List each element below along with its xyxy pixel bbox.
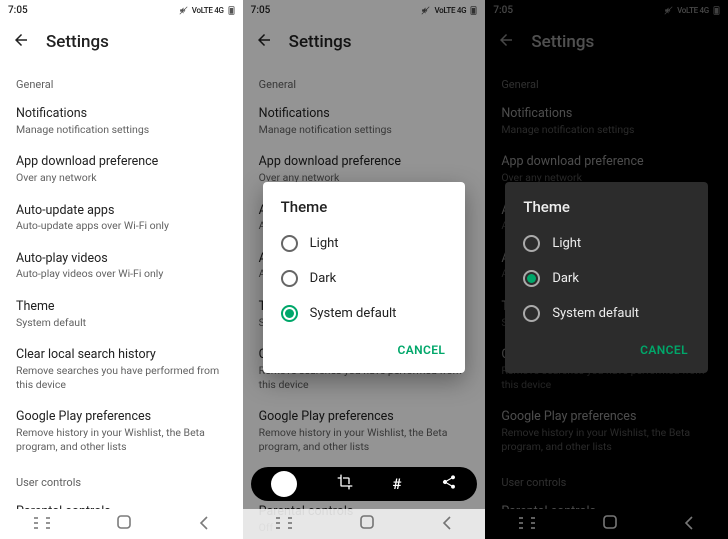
radio-selected-icon (523, 270, 540, 287)
nav-bar (243, 509, 486, 539)
page-title: Settings (46, 32, 109, 52)
radio-icon (523, 305, 540, 322)
share-icon[interactable] (441, 474, 457, 494)
cancel-button[interactable]: CANCEL (389, 337, 453, 363)
screenshot-thumb[interactable] (271, 471, 297, 497)
row-theme[interactable]: Theme System default (0, 290, 243, 338)
row-sub: Remove history in your Wishlist, the Bet… (16, 426, 227, 453)
status-indicators: VoLTE 4G (179, 6, 235, 15)
app-bar: Settings (0, 20, 243, 64)
theme-dialog: Theme Light Dark System default CANCEL (505, 182, 708, 373)
row-play-prefs[interactable]: Google Play preferences Remove history i… (0, 400, 243, 462)
row-auto-update[interactable]: Auto-update apps Auto-update apps over W… (0, 194, 243, 242)
nav-back-icon[interactable] (683, 515, 695, 534)
row-sub: Auto-play videos over Wi-Fi only (16, 267, 227, 281)
crop-icon[interactable] (337, 474, 353, 494)
nav-back-icon[interactable] (198, 515, 210, 534)
theme-option-dark[interactable]: Dark (505, 261, 708, 296)
nav-recents-icon[interactable] (33, 515, 51, 534)
nav-home-icon[interactable] (602, 514, 618, 534)
row-title: App download preference (16, 154, 227, 170)
theme-option-system[interactable]: System default (505, 296, 708, 331)
row-sub: Manage notification settings (16, 123, 227, 137)
status-time: 7:05 (8, 5, 28, 16)
hashtag-icon[interactable]: # (392, 475, 401, 493)
radio-icon (281, 235, 298, 252)
radio-icon (281, 270, 298, 287)
row-notifications[interactable]: Notifications Manage notification settin… (0, 97, 243, 145)
nav-recents-icon[interactable] (275, 515, 293, 534)
theme-option-system[interactable]: System default (263, 296, 466, 331)
nav-bar (0, 509, 243, 539)
theme-option-dark[interactable]: Dark (263, 261, 466, 296)
dialog-title: Theme (263, 198, 466, 226)
screenshot-light-settings: 7:05 VoLTE 4G Settings General Notificat… (0, 0, 243, 539)
theme-option-light[interactable]: Light (505, 226, 708, 261)
nav-bar (485, 509, 728, 539)
row-title: Auto-play videos (16, 251, 227, 267)
nav-home-icon[interactable] (359, 514, 375, 534)
status-bar: 7:05 VoLTE 4G (0, 0, 243, 20)
row-sub: Auto-update apps over Wi-Fi only (16, 219, 227, 233)
screenshot-dark-theme-dialog: 7:05 VoLTE 4G Settings General Notificat… (485, 0, 728, 539)
theme-option-light[interactable]: Light (263, 226, 466, 261)
radio-selected-icon (281, 305, 298, 322)
section-header-general: General (0, 64, 243, 97)
row-title: Google Play preferences (16, 409, 227, 425)
nav-back-icon[interactable] (441, 515, 453, 534)
row-download-pref[interactable]: App download preference Over any network (0, 145, 243, 193)
row-clear-history[interactable]: Clear local search history Remove search… (0, 338, 243, 400)
radio-icon (523, 235, 540, 252)
back-icon[interactable] (12, 31, 30, 53)
row-title: Auto-update apps (16, 203, 227, 219)
nav-recents-icon[interactable] (518, 515, 536, 534)
dialog-title: Theme (505, 198, 708, 226)
row-auto-play[interactable]: Auto-play videos Auto-play videos over W… (0, 242, 243, 290)
cancel-button[interactable]: CANCEL (632, 337, 696, 363)
section-header-user-controls: User controls (0, 462, 243, 495)
row-sub: Over any network (16, 171, 227, 185)
row-title: Theme (16, 299, 227, 315)
screenshot-toolbar: # (251, 467, 478, 501)
nav-home-icon[interactable] (116, 514, 132, 534)
screenshot-light-theme-dialog: 7:05 VoLTE 4G Settings General Notificat… (243, 0, 486, 539)
theme-dialog: Theme Light Dark System default CANCEL (263, 182, 466, 373)
row-title: Clear local search history (16, 347, 227, 363)
row-title: Notifications (16, 106, 227, 122)
row-sub: System default (16, 316, 227, 330)
row-sub: Remove searches you have performed from … (16, 364, 227, 391)
